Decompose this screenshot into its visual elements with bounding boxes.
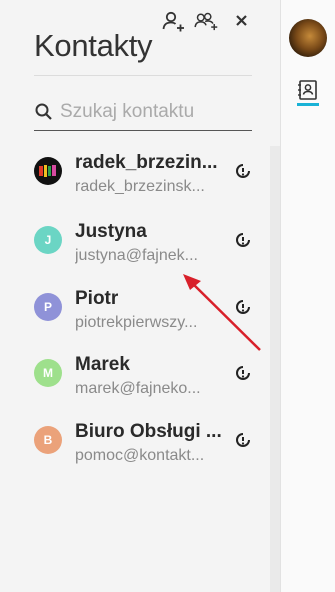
contact-name: radek_brzezin...: [75, 152, 218, 173]
avatar: J: [34, 226, 62, 254]
status-info-icon[interactable]: [235, 432, 251, 448]
contacts-header: Kontakty: [34, 26, 256, 66]
avatar: [34, 157, 62, 185]
contact-email: marek@fajneko...: [75, 380, 201, 397]
contact-item[interactable]: B Biuro Obsługi ... pomoc@kontakt...: [34, 421, 264, 479]
contact-email: radek_brzezinsk...: [75, 178, 205, 195]
contact-email: pomoc@kontakt...: [75, 447, 205, 464]
status-info-icon[interactable]: [235, 232, 251, 248]
status-info-icon[interactable]: [235, 365, 251, 381]
status-info-icon[interactable]: [235, 163, 251, 179]
annotation-arrow: [183, 274, 261, 351]
search-icon: [35, 103, 52, 120]
close-icon[interactable]: [230, 8, 256, 34]
header-divider: [34, 75, 252, 76]
page-title: Kontakty: [34, 28, 153, 63]
add-person-icon[interactable]: [160, 8, 186, 34]
contact-name: Biuro Obsługi ...: [75, 421, 222, 442]
search-box: [34, 96, 252, 131]
contact-item[interactable]: radek_brzezin... radek_brzezinsk...: [34, 152, 264, 210]
avatar: M: [34, 359, 62, 387]
search-input[interactable]: [60, 99, 250, 125]
avatar: P: [34, 293, 62, 321]
avatar-image: [34, 157, 62, 185]
add-group-icon[interactable]: [193, 8, 219, 34]
contacts-card-icon[interactable]: [297, 79, 319, 101]
contact-item[interactable]: M Marek marek@fajneko...: [34, 354, 264, 412]
contact-name: Justyna: [75, 221, 147, 242]
scrollbar-track[interactable]: [270, 146, 280, 592]
avatar: B: [34, 426, 62, 454]
user-avatar[interactable]: [289, 19, 327, 57]
contact-email: justyna@fajnek...: [75, 247, 198, 264]
active-tab-indicator: [297, 103, 319, 106]
